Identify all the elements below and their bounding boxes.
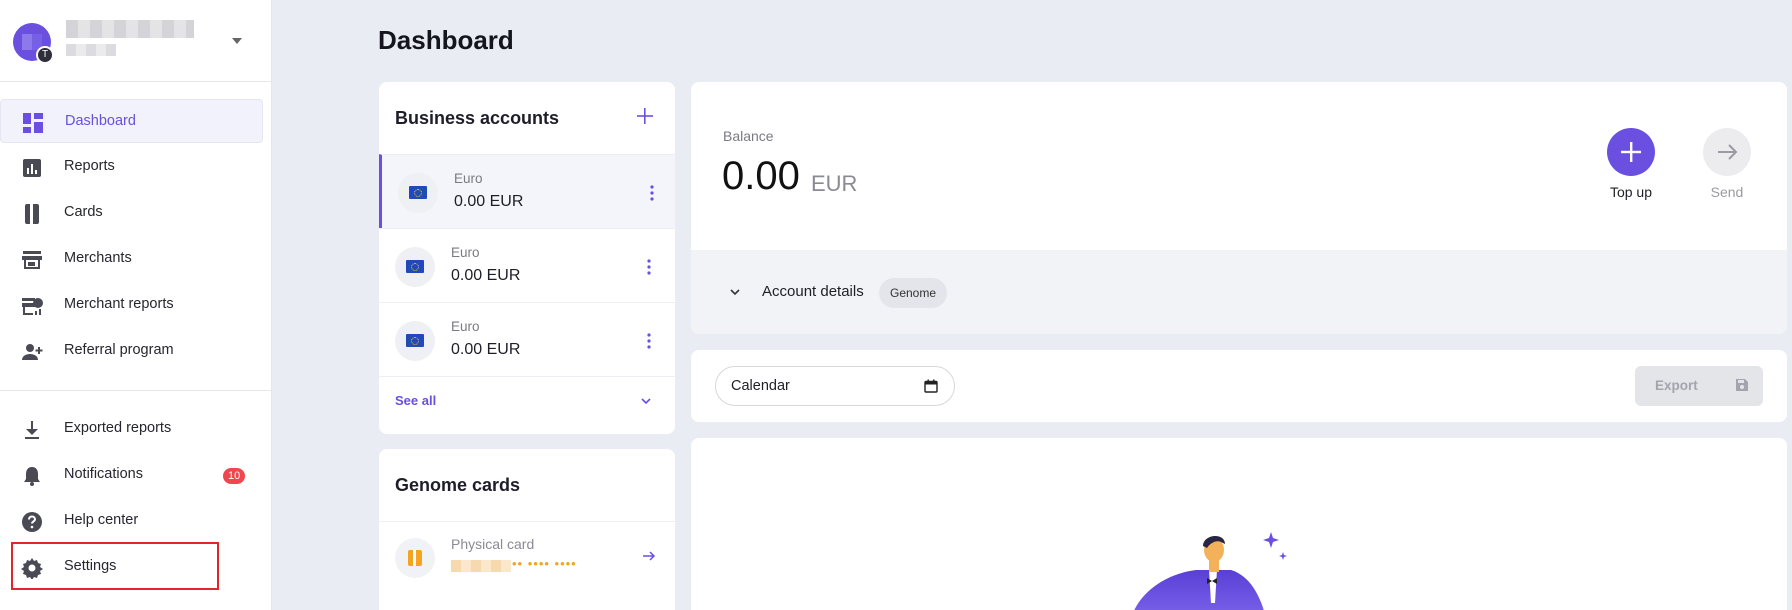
nav-label: Merchant reports — [64, 296, 174, 312]
redacted-card-number — [451, 560, 511, 572]
account-name: Euro — [451, 319, 480, 334]
eu-flag-icon — [398, 173, 438, 213]
account-row[interactable]: Euro 0.00 EUR — [379, 154, 675, 228]
sidebar-divider — [0, 390, 271, 391]
send-label: Send — [1710, 184, 1744, 200]
arrow-right-icon[interactable] — [641, 548, 657, 564]
nav-help-center[interactable]: Help center — [0, 499, 263, 543]
export-label: Export — [1655, 378, 1698, 393]
empty-state-card — [691, 438, 1787, 610]
genome-cards-title: Genome cards — [395, 475, 521, 495]
plus-icon — [1621, 142, 1641, 162]
cards-icon — [25, 204, 39, 224]
nav-merchant-reports[interactable]: Merchant reports — [0, 283, 263, 327]
nav-label: Cards — [64, 204, 103, 220]
account-row[interactable]: Euro 0.00 EUR — [379, 302, 675, 376]
eu-flag-icon — [395, 247, 435, 287]
avatar-badge: T — [36, 46, 54, 64]
bell-icon — [24, 467, 40, 486]
see-all-link[interactable]: See all — [395, 393, 436, 408]
save-icon — [1736, 379, 1748, 391]
nav-merchants[interactable]: Merchants — [0, 237, 263, 281]
dashboard-icon — [23, 113, 43, 133]
card-number-masked: •• •••• •••• — [512, 556, 577, 571]
add-user-icon — [22, 344, 43, 360]
nav-label: Merchants — [64, 250, 132, 266]
redacted-user-subtitle — [66, 44, 116, 56]
nav-notifications[interactable]: Notifications 10 — [0, 453, 263, 497]
business-accounts-card: Business accounts Euro 0.00 EUR Euro 0.0… — [379, 82, 675, 434]
nav-label: Referral program — [64, 342, 174, 358]
add-account-plus-icon[interactable] — [635, 106, 655, 126]
genome-cards-card: Genome cards Physical card •• •••• •••• — [379, 449, 675, 610]
account-amount: 0.00 EUR — [451, 341, 521, 358]
send-button[interactable] — [1703, 128, 1751, 176]
nav-label: Help center — [64, 512, 139, 528]
business-accounts-title: Business accounts — [395, 108, 560, 128]
chevron-down-icon[interactable] — [639, 394, 653, 408]
store-icon — [22, 251, 42, 269]
balance-amount: 0.00 — [722, 154, 800, 198]
merchant-reports-icon — [22, 298, 43, 315]
help-icon — [22, 512, 42, 532]
arrow-right-icon — [1718, 144, 1738, 160]
nav-dashboard[interactable]: Dashboard — [0, 99, 263, 143]
balance-currency: EUR — [811, 171, 858, 196]
provider-chip: Genome — [879, 278, 948, 308]
chevron-down-icon — [730, 289, 740, 296]
nav-label: Exported reports — [64, 420, 172, 436]
chevron-down-icon[interactable] — [232, 38, 242, 44]
account-details-label: Account details — [762, 283, 864, 300]
card-row[interactable]: Physical card •• •••• •••• — [379, 521, 675, 591]
calendar-icon — [924, 379, 938, 393]
top-up-label: Top up — [1609, 184, 1653, 200]
empty-state-illustration — [1134, 532, 1287, 610]
more-options-icon[interactable] — [644, 183, 660, 203]
page-title: Dashboard — [378, 25, 514, 55]
nav-label: Notifications — [64, 466, 143, 482]
top-up-button[interactable] — [1607, 128, 1655, 176]
balance-label: Balance — [723, 128, 774, 144]
payment-card-icon — [395, 538, 435, 578]
settings-highlight-box — [11, 542, 219, 590]
nav-cards[interactable]: Cards — [0, 191, 263, 235]
calendar-input[interactable]: Calendar — [715, 366, 955, 406]
more-options-icon[interactable] — [641, 257, 657, 277]
reports-icon — [23, 159, 41, 177]
eu-flag-icon — [395, 321, 435, 361]
filter-card: Calendar Export — [691, 350, 1787, 422]
account-name: Euro — [454, 171, 483, 186]
account-name: Euro — [451, 245, 480, 260]
download-icon — [25, 421, 39, 439]
more-options-icon[interactable] — [641, 331, 657, 351]
nav-reports[interactable]: Reports — [0, 145, 263, 189]
nav-exported-reports[interactable]: Exported reports — [0, 407, 263, 451]
card-name: Physical card — [451, 536, 535, 552]
notification-count-badge: 10 — [223, 468, 246, 484]
account-amount: 0.00 EUR — [454, 193, 524, 210]
account-details-toggle[interactable]: Account details Genome — [691, 250, 1787, 334]
nav-label: Dashboard — [65, 113, 136, 129]
account-amount: 0.00 EUR — [451, 267, 521, 284]
nav-label: Reports — [64, 158, 115, 174]
sidebar: T Dashboard Reports Cards Merchants Merc… — [0, 0, 272, 610]
nav-referral-program[interactable]: Referral program — [0, 329, 263, 373]
user-menu[interactable]: T — [0, 0, 272, 82]
export-button[interactable]: Export — [1635, 366, 1763, 406]
balance-card: Balance 0.00 EUR Top up Send Account det… — [691, 82, 1787, 334]
redacted-user-name — [66, 20, 194, 38]
account-row[interactable]: Euro 0.00 EUR — [379, 228, 675, 302]
calendar-placeholder: Calendar — [731, 378, 790, 394]
